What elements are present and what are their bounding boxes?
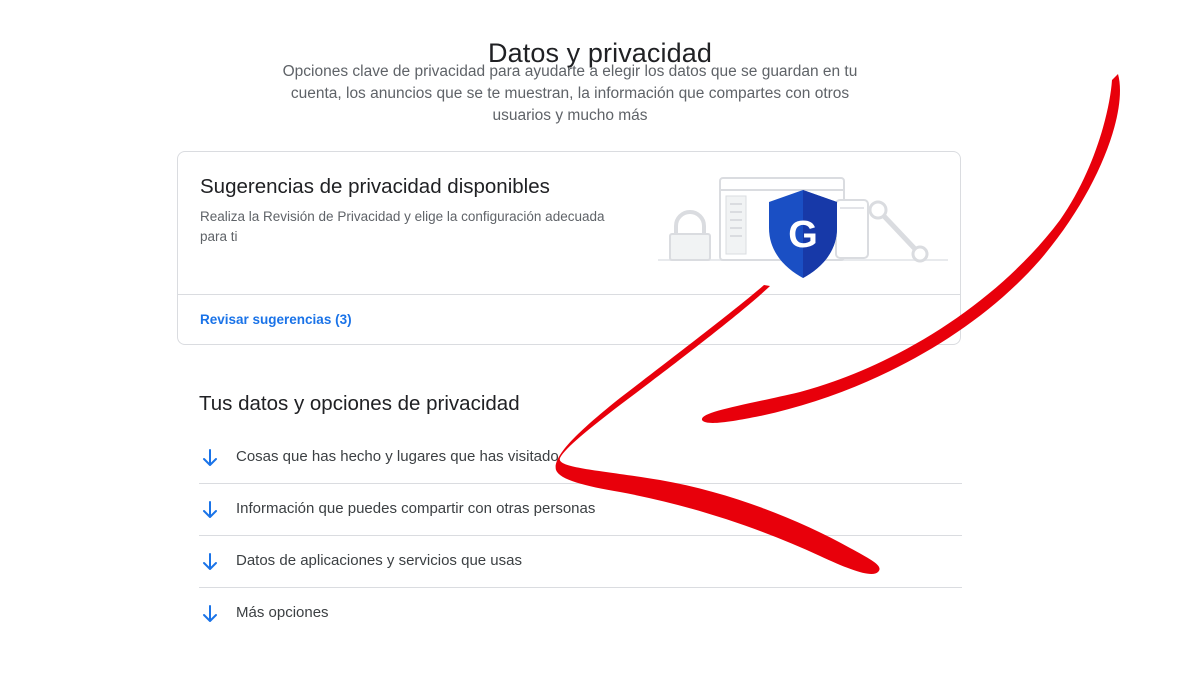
lock-icon bbox=[669, 210, 711, 261]
wrench-icon bbox=[868, 200, 929, 263]
arrow-down-icon bbox=[203, 605, 217, 622]
privacy-illustration: G bbox=[658, 177, 948, 278]
arrow-down-icon bbox=[203, 553, 217, 570]
review-suggestions-link[interactable]: Revisar sugerencias (3) bbox=[200, 312, 352, 327]
list-item[interactable]: Más opciones bbox=[199, 588, 962, 640]
list-item[interactable]: Cosas que has hecho y lugares que has vi… bbox=[199, 432, 962, 484]
section-title: Tus datos y opciones de privacidad bbox=[199, 392, 520, 415]
page-subtitle: Opciones clave de privacidad para ayudar… bbox=[282, 63, 858, 124]
list-item-label: Más opciones bbox=[236, 604, 329, 621]
arrow-down-icon bbox=[203, 501, 217, 518]
privacy-options-list: Cosas que has hecho y lugares que has vi… bbox=[199, 432, 962, 640]
shield-letter: G bbox=[788, 214, 818, 256]
arrow-down-icon bbox=[203, 449, 217, 466]
phone-icon bbox=[835, 199, 869, 259]
google-shield-icon: G bbox=[769, 190, 837, 278]
list-item[interactable]: Información que puedes compartir con otr… bbox=[199, 484, 962, 536]
card-divider bbox=[178, 294, 960, 295]
list-item-label: Datos de aplicaciones y servicios que us… bbox=[236, 552, 522, 569]
card-title: Sugerencias de privacidad disponibles bbox=[200, 175, 550, 198]
privacy-suggestions-card: Sugerencias de privacidad disponibles Re… bbox=[177, 151, 961, 345]
list-item-label: Información que puedes compartir con otr… bbox=[236, 500, 596, 517]
card-description: Realiza la Revisión de Privacidad y elig… bbox=[200, 209, 605, 244]
privacy-page: Datos y privacidad Opciones clave de pri… bbox=[0, 0, 1200, 675]
list-item-label: Cosas que has hecho y lugares que has vi… bbox=[236, 448, 559, 465]
list-item[interactable]: Datos de aplicaciones y servicios que us… bbox=[199, 536, 962, 588]
